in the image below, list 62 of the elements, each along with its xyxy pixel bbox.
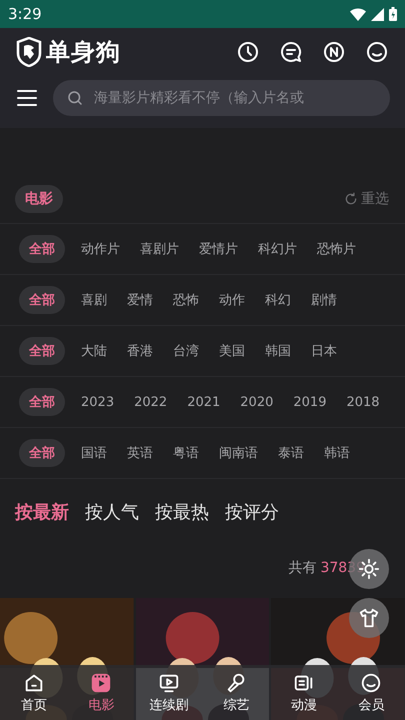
search-field[interactable]: 海量影片精彩看不停（输入片名或 [53, 80, 390, 116]
filter-option[interactable]: 全部 [19, 337, 65, 365]
film-icon [90, 672, 112, 694]
chat-icon[interactable] [279, 40, 303, 64]
filter-option[interactable]: 科幻 [257, 286, 299, 314]
filter-option[interactable]: 粤语 [165, 439, 207, 467]
filter-option[interactable]: 2018 [338, 390, 388, 414]
count-label: 共有 [288, 558, 316, 576]
filter-option[interactable]: 2023 [73, 390, 122, 414]
n-circle-icon[interactable] [322, 40, 346, 64]
filter-option[interactable]: 国语 [73, 439, 115, 467]
search-icon [66, 89, 84, 107]
filter-option[interactable]: 日本 [303, 337, 345, 365]
filter-option[interactable]: 泰语 [270, 439, 312, 467]
battery-icon [389, 7, 397, 21]
filter-option[interactable]: 全部 [19, 388, 65, 416]
filter-option[interactable]: 全部 [19, 286, 65, 314]
signal-icon [371, 8, 384, 20]
filter-option[interactable]: 大陆 [73, 337, 115, 365]
filter-option[interactable]: 2021 [179, 390, 228, 414]
filter-option[interactable]: 喜剧 [73, 286, 115, 314]
filter-option[interactable]: 全部 [19, 439, 65, 467]
sort-tab[interactable]: 按最热 [155, 500, 209, 524]
filter-option[interactable]: 恐怖片 [309, 235, 364, 263]
sort-tab[interactable]: 按最新 [15, 500, 69, 524]
filter-option[interactable]: 全部 [19, 235, 65, 263]
nav-tab[interactable]: 会员 [338, 665, 405, 720]
nav-tab[interactable]: 连续剧 [135, 665, 202, 720]
refresh-icon [344, 192, 358, 206]
filter-option[interactable]: 剧情 [303, 286, 345, 314]
sort-tab[interactable]: 按评分 [225, 500, 279, 524]
clock-icon[interactable] [236, 40, 260, 64]
nav-tab[interactable]: 电影 [68, 665, 135, 720]
filter-option[interactable]: 2020 [232, 390, 282, 414]
filter-option[interactable]: 英语 [119, 439, 161, 467]
filter-option[interactable]: 韩语 [316, 439, 358, 467]
filter-option[interactable]: 2019 [285, 390, 334, 414]
sort-tab[interactable]: 按人气 [85, 500, 139, 524]
clock-time: 3:29 [8, 5, 42, 23]
filter-option[interactable]: 香港 [119, 337, 161, 365]
nav-tab[interactable]: 综艺 [202, 665, 270, 720]
filter-option[interactable]: 闽南语 [211, 439, 266, 467]
filter-option[interactable]: 爱情 [119, 286, 161, 314]
smiley-icon [360, 672, 382, 694]
filter-option[interactable]: 韩国 [257, 337, 299, 365]
nav-tab[interactable]: 动漫 [270, 665, 338, 720]
filter-option[interactable]: 台湾 [165, 337, 207, 365]
filter-option[interactable]: 爱情片 [191, 235, 246, 263]
filter-option[interactable]: 科幻片 [250, 235, 305, 263]
filter-option[interactable]: 2022 [126, 390, 176, 414]
t-shirt-icon [358, 607, 380, 629]
shield-logo-icon [16, 37, 42, 67]
filter-option[interactable]: 喜剧片 [132, 235, 187, 263]
nav-tab[interactable]: 首页 [0, 665, 68, 720]
logo-text: 单身狗 [46, 37, 121, 68]
filter-option[interactable]: 动作 [211, 286, 253, 314]
wifi-icon [350, 8, 366, 20]
filter-option[interactable]: 动作片 [73, 235, 128, 263]
filter-option[interactable]: 恐怖 [165, 286, 207, 314]
filter-option[interactable]: 美国 [211, 337, 253, 365]
smiley-icon[interactable] [365, 40, 389, 64]
category-chip[interactable]: 电影 [15, 185, 63, 213]
